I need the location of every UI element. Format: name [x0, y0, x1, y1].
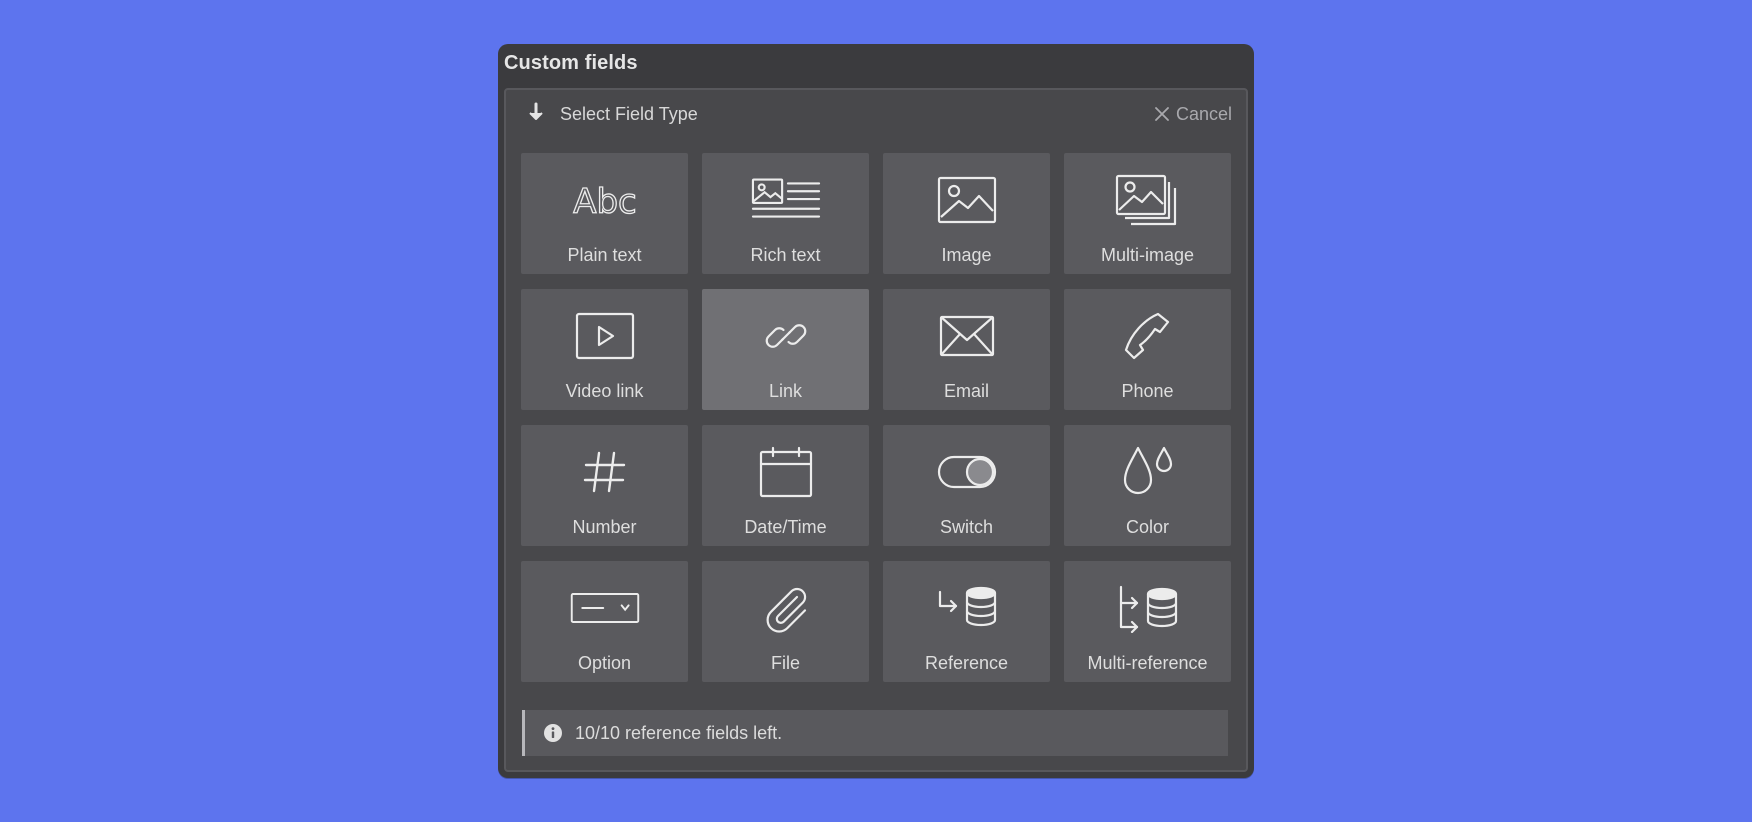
reference-fields-remaining: 10/10 reference fields left. [575, 723, 783, 743]
field-type-label: Email [943, 381, 989, 401]
field-type-reference[interactable]: Reference [883, 561, 1050, 682]
field-type-label: Color [1125, 517, 1169, 537]
phone-icon [1113, 309, 1183, 363]
field-type-link[interactable]: Link [702, 289, 869, 410]
droplets-icon [1113, 445, 1183, 499]
dropdown-select-icon [570, 581, 640, 635]
field-type-label: Switch [939, 517, 993, 537]
field-type-number[interactable]: Number [521, 425, 688, 546]
field-type-email[interactable]: Email [883, 289, 1050, 410]
envelope-icon [932, 309, 1002, 363]
field-type-label: Reference [924, 653, 1009, 673]
field-type-date-time[interactable]: Date/Time [702, 425, 869, 546]
panel-title: Custom fields [504, 52, 638, 74]
text-abc-icon: Abc [570, 173, 640, 227]
calendar-icon [751, 445, 821, 499]
reference-database-icon [932, 581, 1002, 635]
hash-icon [570, 445, 640, 499]
arrow-down-icon [526, 102, 546, 124]
multi-image-icon [1113, 173, 1183, 227]
field-type-label: Number [572, 517, 637, 537]
field-type-label: Rich text [750, 245, 821, 265]
dialog-title: Select Field Type [560, 104, 698, 124]
field-type-rich-text[interactable]: Rich text [702, 153, 869, 274]
toggle-icon [932, 445, 1002, 499]
field-type-image[interactable]: Image [883, 153, 1050, 274]
field-type-label: File [770, 653, 800, 673]
field-type-label: Date/Time [744, 517, 827, 537]
field-type-plain-text[interactable]: Abc Plain text [521, 153, 688, 274]
video-play-icon [570, 309, 640, 363]
field-type-color[interactable]: Color [1064, 425, 1231, 546]
field-type-label: Option [577, 653, 632, 673]
field-type-option[interactable]: Option [521, 561, 688, 682]
field-type-multi-image[interactable]: Multi-image [1064, 153, 1231, 274]
multi-reference-database-icon [1113, 581, 1183, 635]
field-type-label: Plain text [567, 245, 642, 265]
field-type-label: Link [768, 381, 803, 401]
cancel-label: Cancel [1175, 103, 1232, 124]
link-icon [751, 309, 821, 363]
svg-text:Abc: Abc [573, 182, 637, 220]
close-icon [1155, 107, 1169, 121]
field-type-file[interactable]: File [702, 561, 869, 682]
select-field-type-dialog: Select Field Type Cancel Abc Plain text [504, 88, 1248, 772]
field-type-label: Multi-reference [1087, 653, 1208, 673]
rich-text-icon [751, 173, 821, 227]
field-type-video-link[interactable]: Video link [521, 289, 688, 410]
paperclip-icon [751, 581, 821, 635]
field-type-label: Video link [565, 381, 644, 401]
info-banner: 10/10 reference fields left. [522, 710, 1228, 756]
cancel-button[interactable]: Cancel [1155, 102, 1232, 126]
dialog-header: Select Field Type Cancel [506, 90, 1246, 140]
field-type-label: Multi-image [1100, 245, 1195, 265]
field-type-multi-reference[interactable]: Multi-reference [1064, 561, 1231, 682]
info-circle-icon [543, 723, 563, 743]
field-type-switch[interactable]: Switch [883, 425, 1050, 546]
image-icon [932, 173, 1002, 227]
field-type-label: Image [941, 245, 992, 265]
field-type-grid: Abc Plain text Rich text Image Multi-ima… [521, 153, 1233, 682]
field-type-phone[interactable]: Phone [1064, 289, 1231, 410]
field-type-label: Phone [1121, 381, 1174, 401]
custom-fields-panel: Custom fields Select Field Type Cancel A… [498, 44, 1254, 778]
